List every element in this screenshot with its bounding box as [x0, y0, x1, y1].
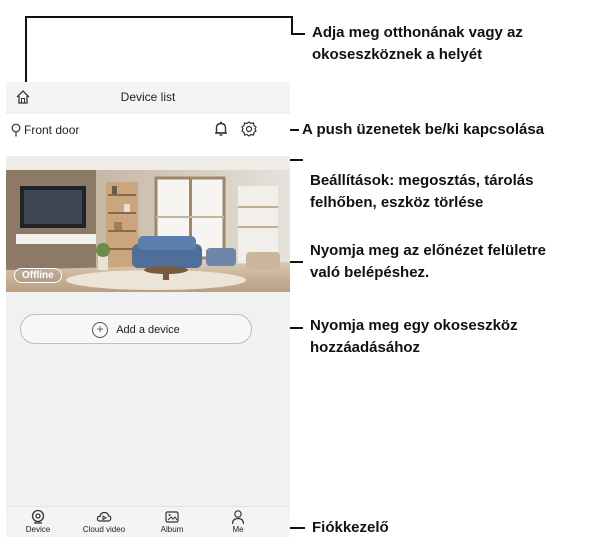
- annotation-home-line1: Adja meg otthonának vagy az: [312, 24, 523, 41]
- add-device-label: Add a device: [116, 324, 180, 336]
- settings-button[interactable]: [240, 120, 258, 138]
- bottom-navigation: Device Cloud video Album Me: [6, 506, 290, 537]
- offline-status-badge: Offline: [14, 268, 62, 283]
- cloud-video-icon: [96, 511, 112, 522]
- annotation-home-line2: okoseszköznek a helyét: [312, 46, 483, 63]
- album-icon: [165, 511, 179, 523]
- location-pin-icon: [11, 123, 21, 137]
- add-device-content: + Add a device: [21, 322, 251, 338]
- annotation-account-text: Fiókkezelő: [312, 519, 389, 536]
- gear-icon: [241, 121, 257, 137]
- annotation-home: Adja meg otthonának vagy az okoseszközne…: [312, 22, 523, 66]
- nav-tab-me[interactable]: Me: [208, 509, 268, 534]
- annotation-preview-line2: való belépéshez.: [310, 264, 430, 281]
- nav-tab-device[interactable]: Device: [8, 509, 68, 534]
- annotation-add-line2: hozzáadásához: [310, 339, 421, 356]
- top-bar: Device list: [6, 82, 290, 112]
- nav-label-me: Me: [232, 525, 244, 534]
- nav-label-device: Device: [25, 525, 51, 534]
- annotation-push: A push üzenetek be/ki kapcsolása: [302, 119, 544, 141]
- annotation-preview-line1: Nyomja meg az előnézet felületre: [310, 242, 546, 259]
- annotation-settings-line2: felhőben, eszköz törlése: [310, 194, 484, 211]
- device-location-name[interactable]: Front door: [24, 123, 79, 137]
- annotation-push-text: A push üzenetek be/ki kapcsolása: [302, 121, 545, 138]
- annotation-account: Fiókkezelő: [312, 517, 389, 539]
- push-notification-toggle[interactable]: [212, 120, 230, 138]
- annotation-preview: Nyomja meg az előnézet felületre való be…: [310, 240, 546, 284]
- annotation-settings-line1: Beállítások: megosztás, tárolás: [310, 172, 534, 189]
- device-card: Front door Offline: [6, 114, 290, 292]
- nav-label-album: Album: [160, 525, 184, 534]
- camera-preview[interactable]: Offline: [6, 156, 290, 292]
- annotation-add-line1: Nyomja meg egy okoseszköz: [310, 317, 518, 334]
- nav-tab-cloud-video[interactable]: Cloud video: [74, 509, 134, 534]
- nav-tab-album[interactable]: Album: [142, 509, 202, 534]
- nav-label-cloud-video: Cloud video: [82, 525, 126, 534]
- annotation-settings: Beállítások: megosztás, tárolás felhőben…: [310, 170, 533, 214]
- page-title: Device list: [120, 90, 176, 104]
- plus-icon: +: [92, 322, 109, 338]
- bell-icon: [215, 121, 227, 136]
- user-icon: [231, 510, 245, 525]
- phone-screen: Device list Front door Offline + Add a d…: [6, 82, 290, 537]
- annotation-add-device: Nyomja meg egy okoseszköz hozzáadásához: [310, 315, 518, 359]
- add-device-button[interactable]: + Add a device: [20, 314, 252, 344]
- device-icon: [31, 509, 45, 524]
